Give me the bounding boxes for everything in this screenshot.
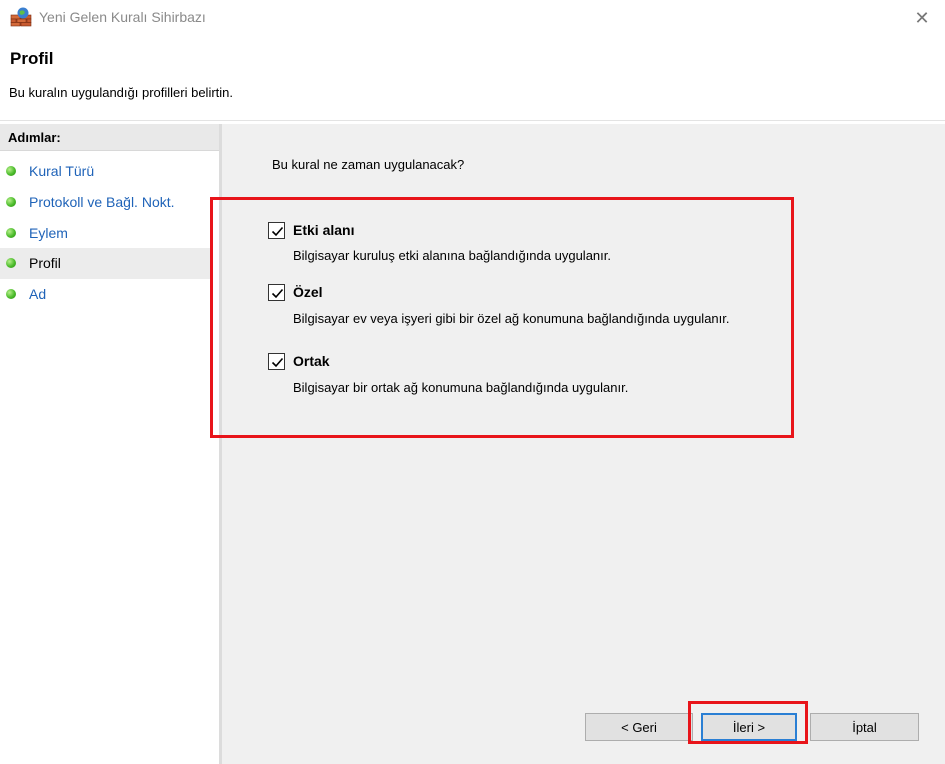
steps-heading: Adımlar: [0,124,219,151]
public-option-label[interactable]: Ortak [293,353,330,369]
step-status-icon [6,197,16,207]
sidebar-item-label: Kural Türü [29,163,95,179]
public-checkbox[interactable] [268,353,285,370]
step-status-icon [6,258,16,268]
cancel-button[interactable]: İptal [810,713,919,741]
firewall-icon [10,7,32,27]
domain-option-description: Bilgisayar kuruluş etki alanına bağlandı… [293,248,611,263]
checkmark-icon [271,357,284,368]
domain-option-label[interactable]: Etki alanı [293,222,354,238]
private-option-description: Bilgisayar ev veya işyeri gibi bir özel … [293,311,730,326]
sidebar-item-profil[interactable]: Profil [0,248,212,279]
step-status-icon [6,289,16,299]
next-button-highlight [688,701,808,744]
question-text: Bu kural ne zaman uygulanacak? [272,157,465,172]
page-title: Profil [10,49,54,68]
sidebar-item-protokoll[interactable]: Protokoll ve Bağl. Nokt. [0,187,212,218]
step-status-icon [6,228,16,238]
header-divider [0,120,945,121]
title-bar: Yeni Gelen Kuralı Sihirbazı ✕ [0,0,945,36]
steps-heading-label: Adımlar: [8,130,61,145]
wizard-header: Profil Bu kuralın uygulandığı profilleri… [0,36,945,120]
sidebar-item-ad[interactable]: Ad [0,279,212,310]
checkmark-icon [271,226,284,237]
private-checkbox[interactable] [268,284,285,301]
sidebar-item-label: Eylem [29,225,68,241]
domain-checkbox[interactable] [268,222,285,239]
sidebar-item-label: Ad [29,286,47,302]
public-option-description: Bilgisayar bir ortak ağ konumuna bağland… [293,380,629,395]
sidebar-item-kural-turu[interactable]: Kural Türü [0,156,212,187]
step-status-icon [6,166,16,176]
sidebar-item-label: Profil [29,255,61,271]
page-description: Bu kuralın uygulandığı profilleri belirt… [9,85,234,100]
close-button[interactable]: ✕ [899,0,945,36]
sidebar-item-label: Protokoll ve Bağl. Nokt. [29,194,175,210]
close-icon: ✕ [914,7,930,28]
sidebar-item-eylem[interactable]: Eylem [0,218,212,249]
window-title: Yeni Gelen Kuralı Sihirbazı [39,9,206,25]
steps-sidebar: Adımlar: Kural Türü Protokoll ve Bağl. N… [0,124,219,764]
private-option-label[interactable]: Özel [293,284,323,300]
back-button[interactable]: < Geri [585,713,693,741]
checkmark-icon [271,288,284,299]
